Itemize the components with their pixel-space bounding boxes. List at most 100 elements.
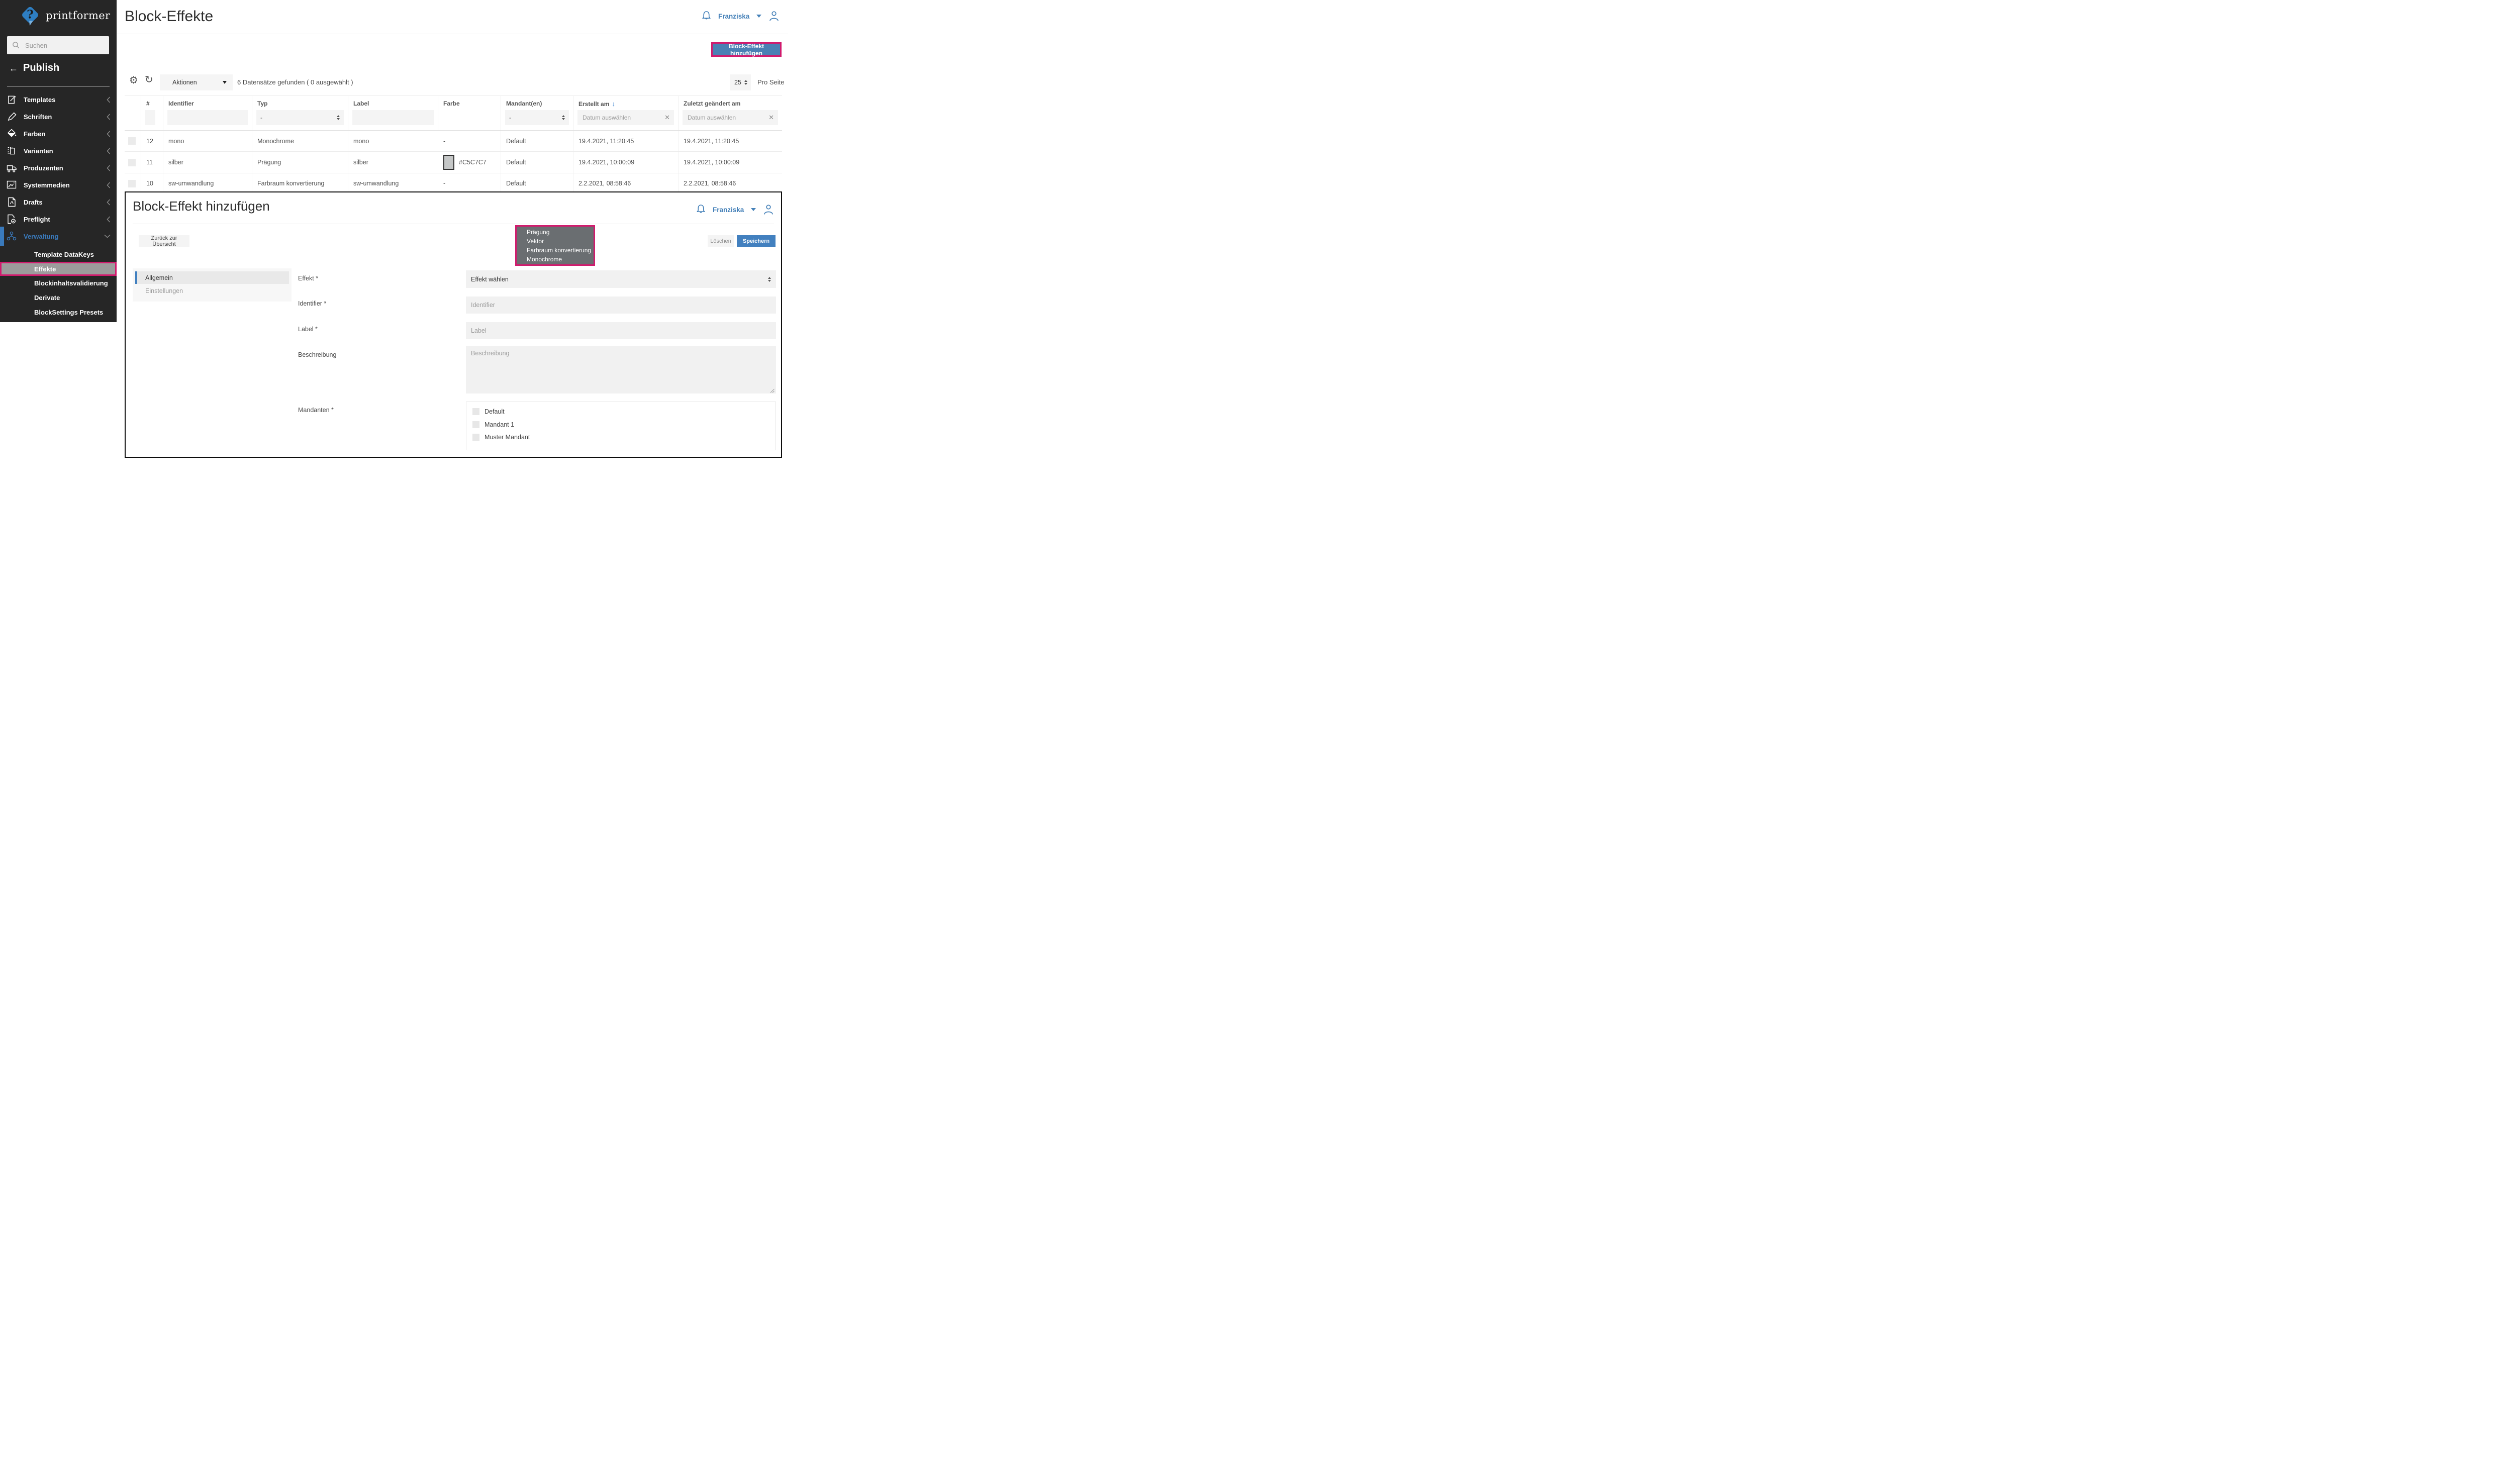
cell-created: 19.4.2021, 10:00:09 xyxy=(573,152,679,173)
cell-num: 12 xyxy=(141,131,163,151)
spinner-arrows-icon xyxy=(337,115,340,120)
settings-gear-icon[interactable]: ⚙ xyxy=(129,75,138,85)
sidebar-item-label: Preflight xyxy=(24,216,50,223)
mandant-checkbox[interactable] xyxy=(472,434,479,441)
header-erstellt-am[interactable]: Erstellt am↓ ✕ xyxy=(573,96,679,130)
sidebar-item-drafts[interactable]: Drafts xyxy=(0,193,117,211)
row-checkbox[interactable] xyxy=(128,159,136,166)
search-input[interactable] xyxy=(24,41,96,50)
per-page-select[interactable]: 25 xyxy=(730,74,751,90)
dropdown-option-praegung[interactable]: Prägung xyxy=(517,228,594,237)
sidebar-item-blocksettings-presets[interactable]: BlockSettings Presets xyxy=(0,305,117,320)
num-filter[interactable] xyxy=(145,110,155,125)
textarea-resize-grip-icon[interactable] xyxy=(770,388,775,393)
table-header: # Identifier Typ - Label Farbe xyxy=(125,95,782,131)
header-identifier: Identifier xyxy=(163,96,252,130)
user-caret-down-icon[interactable] xyxy=(751,208,756,211)
dropdown-option-vektor[interactable]: Vektor xyxy=(517,237,594,246)
beschreibung-textarea[interactable] xyxy=(466,346,776,393)
tab-allgemein[interactable]: Allgemein xyxy=(135,271,289,284)
identifier-input[interactable] xyxy=(466,296,776,314)
mandant-filter-value: - xyxy=(509,114,511,121)
aktionen-dropdown[interactable]: Aktionen xyxy=(160,74,233,90)
user-avatar-icon[interactable] xyxy=(768,11,780,22)
typ-filter-select[interactable]: - xyxy=(256,110,344,125)
cell-modified: 19.4.2021, 11:20:45 xyxy=(679,131,782,151)
refresh-icon[interactable]: ↻ xyxy=(145,75,153,85)
sidebar-item-preflight[interactable]: Preflight xyxy=(0,211,117,228)
created-date-input[interactable] xyxy=(582,114,664,122)
sidebar-item-template-datakeys[interactable]: Template DataKeys xyxy=(0,247,117,262)
chevron-left-icon xyxy=(107,182,111,188)
modified-date-input[interactable] xyxy=(687,114,768,122)
color-hex: #C5C7C7 xyxy=(459,159,487,166)
mandant-checkbox[interactable] xyxy=(472,421,479,428)
delete-button[interactable]: Löschen xyxy=(708,235,734,247)
user-avatar-icon[interactable] xyxy=(763,204,774,215)
cell-identifier: silber xyxy=(163,152,252,173)
label-filter-input[interactable] xyxy=(356,114,430,122)
mandant-checkbox[interactable] xyxy=(472,408,479,415)
row-checkbox[interactable] xyxy=(128,180,136,187)
sidebar-item-label: Verwaltung xyxy=(24,233,58,240)
add-block-effekt-button[interactable]: Block-Effekt hinzufügen xyxy=(713,44,780,55)
sidebar-search[interactable] xyxy=(7,36,109,54)
save-button[interactable]: Speichern xyxy=(737,235,776,247)
sidebar-item-templates[interactable]: Templates xyxy=(0,91,117,108)
sidebar-item-label: Farben xyxy=(24,130,45,138)
column-label: Farbe xyxy=(443,100,497,107)
sidebar-item-verwaltung[interactable]: Verwaltung xyxy=(0,228,117,245)
cell-farbe: #C5C7C7 xyxy=(438,152,501,173)
user-caret-down-icon[interactable] xyxy=(756,15,761,18)
clear-x-icon[interactable]: ✕ xyxy=(768,114,774,122)
user-name[interactable]: Franziska xyxy=(713,206,744,214)
notifications-bell-icon[interactable] xyxy=(702,11,711,22)
notifications-bell-icon[interactable] xyxy=(696,204,706,215)
identifier-filter-input[interactable] xyxy=(171,114,244,122)
clear-x-icon[interactable]: ✕ xyxy=(664,114,670,122)
org-chart-icon xyxy=(6,231,17,241)
cell-mandant: Default xyxy=(501,173,573,193)
dropdown-option-farbraum[interactable]: Farbraum konvertierung xyxy=(517,246,594,255)
effekt-select-value: Effekt wählen xyxy=(471,276,509,283)
sub-item-label: BlockSettings Presets xyxy=(34,309,103,316)
dropdown-option-monochrome[interactable]: Monochrome xyxy=(517,255,594,264)
mandant-option: Default xyxy=(472,408,505,415)
row-checkbox[interactable] xyxy=(128,137,136,145)
user-menu: Franziska xyxy=(702,11,780,22)
table-row[interactable]: 10 sw-umwandlung Farbraum konvertierung … xyxy=(125,173,782,194)
sidebar-item-varianten[interactable]: Varianten xyxy=(0,142,117,159)
cell-modified: 2.2.2021, 08:58:46 xyxy=(679,173,782,193)
back-to-overview-button[interactable]: Zurück zur Übersicht xyxy=(139,235,189,247)
table-row[interactable]: 12 mono Monochrome mono - Default 19.4.2… xyxy=(125,131,782,152)
mandant-filter-select[interactable]: - xyxy=(505,110,569,125)
publish-back[interactable]: ← Publish xyxy=(9,62,59,74)
table-row[interactable]: 11 silber Prägung silber #C5C7C7 Default… xyxy=(125,152,782,173)
mandant-option: Mandant 1 xyxy=(472,421,514,428)
cell-identifier: mono xyxy=(163,131,252,151)
sidebar-item-label: Varianten xyxy=(24,147,53,155)
sidebar-item-farben[interactable]: Farben xyxy=(0,125,117,142)
sidebar-item-effekte[interactable]: Effekte xyxy=(0,262,117,276)
user-name[interactable]: Franziska xyxy=(718,13,749,20)
sidebar-item-schriften[interactable]: Schriften xyxy=(0,108,117,125)
label-filter xyxy=(352,110,434,125)
column-label: Erstellt am xyxy=(578,101,609,108)
column-label: Mandant(en) xyxy=(506,100,569,107)
sidebar-item-label: Systemmedien xyxy=(24,181,70,189)
mandanten-field-label: Mandanten * xyxy=(298,407,334,414)
sidebar-item-blockinhaltsvalidierung[interactable]: Blockinhaltsvalidierung xyxy=(0,276,117,290)
sidebar-item-produzenten[interactable]: Produzenten xyxy=(0,159,117,176)
cell-typ: Farbraum konvertierung xyxy=(252,173,348,193)
cell-label: mono xyxy=(348,131,438,151)
column-label: # xyxy=(146,100,159,107)
sidebar-item-systemmedien[interactable]: Systemmedien xyxy=(0,176,117,193)
tab-einstellungen[interactable]: Einstellungen xyxy=(145,287,183,294)
sidebar-item-derivate[interactable]: Derivate xyxy=(0,290,117,305)
label-input[interactable] xyxy=(466,322,776,339)
cell-farbe: - xyxy=(438,173,501,193)
cell-typ: Monochrome xyxy=(252,131,348,151)
effekt-select[interactable]: Effekt wählen xyxy=(466,270,776,288)
publish-label: Publish xyxy=(23,62,59,74)
printformer-logo-icon: ? xyxy=(19,4,41,27)
